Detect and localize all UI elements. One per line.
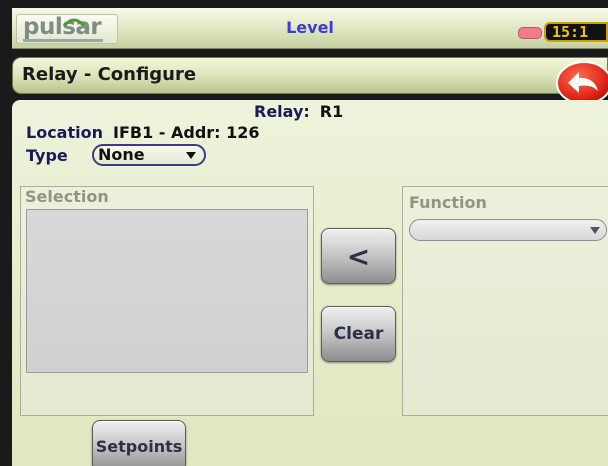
type-label: Type [26, 146, 68, 165]
clock-display: 15:1 [544, 22, 608, 42]
content-area: Relay: R1 Location IFB1 - Addr: 126 Type N… [12, 100, 608, 466]
type-line: Type None [26, 144, 206, 168]
chevron-down-icon [186, 152, 196, 159]
type-selected-value: None [98, 145, 145, 164]
title-bar: Relay - Configure [12, 57, 608, 94]
relay-line: Relay: R1 [254, 102, 343, 121]
function-dropdown[interactable] [409, 219, 607, 241]
screen: pulsar Level 15:1 Relay - Configure Rela… [12, 8, 608, 466]
location-line: Location IFB1 - Addr: 126 [26, 123, 260, 142]
selection-list[interactable] [26, 209, 308, 373]
function-label: Function [409, 193, 487, 212]
move-left-button[interactable]: < [321, 228, 396, 284]
selection-panel: Selection [20, 186, 314, 416]
status-bar: pulsar Level 15:1 [12, 8, 608, 49]
selection-label: Selection [25, 187, 109, 206]
location-value: IFB1 - Addr: 126 [112, 123, 260, 142]
logo-tagline [23, 39, 103, 42]
function-panel: Function [402, 186, 608, 416]
setpoints-button[interactable]: Setpoints [92, 420, 186, 466]
relay-value: R1 [319, 102, 344, 121]
status-indicator [518, 27, 542, 39]
relay-label: Relay: [254, 102, 310, 121]
screen-title: Relay - Configure [22, 64, 197, 85]
location-label: Location [26, 123, 103, 142]
type-dropdown[interactable]: None [92, 144, 206, 166]
chevron-down-icon [590, 227, 600, 234]
device-frame: pulsar Level 15:1 Relay - Configure Rela… [0, 0, 608, 466]
clear-button[interactable]: Clear [321, 306, 396, 362]
